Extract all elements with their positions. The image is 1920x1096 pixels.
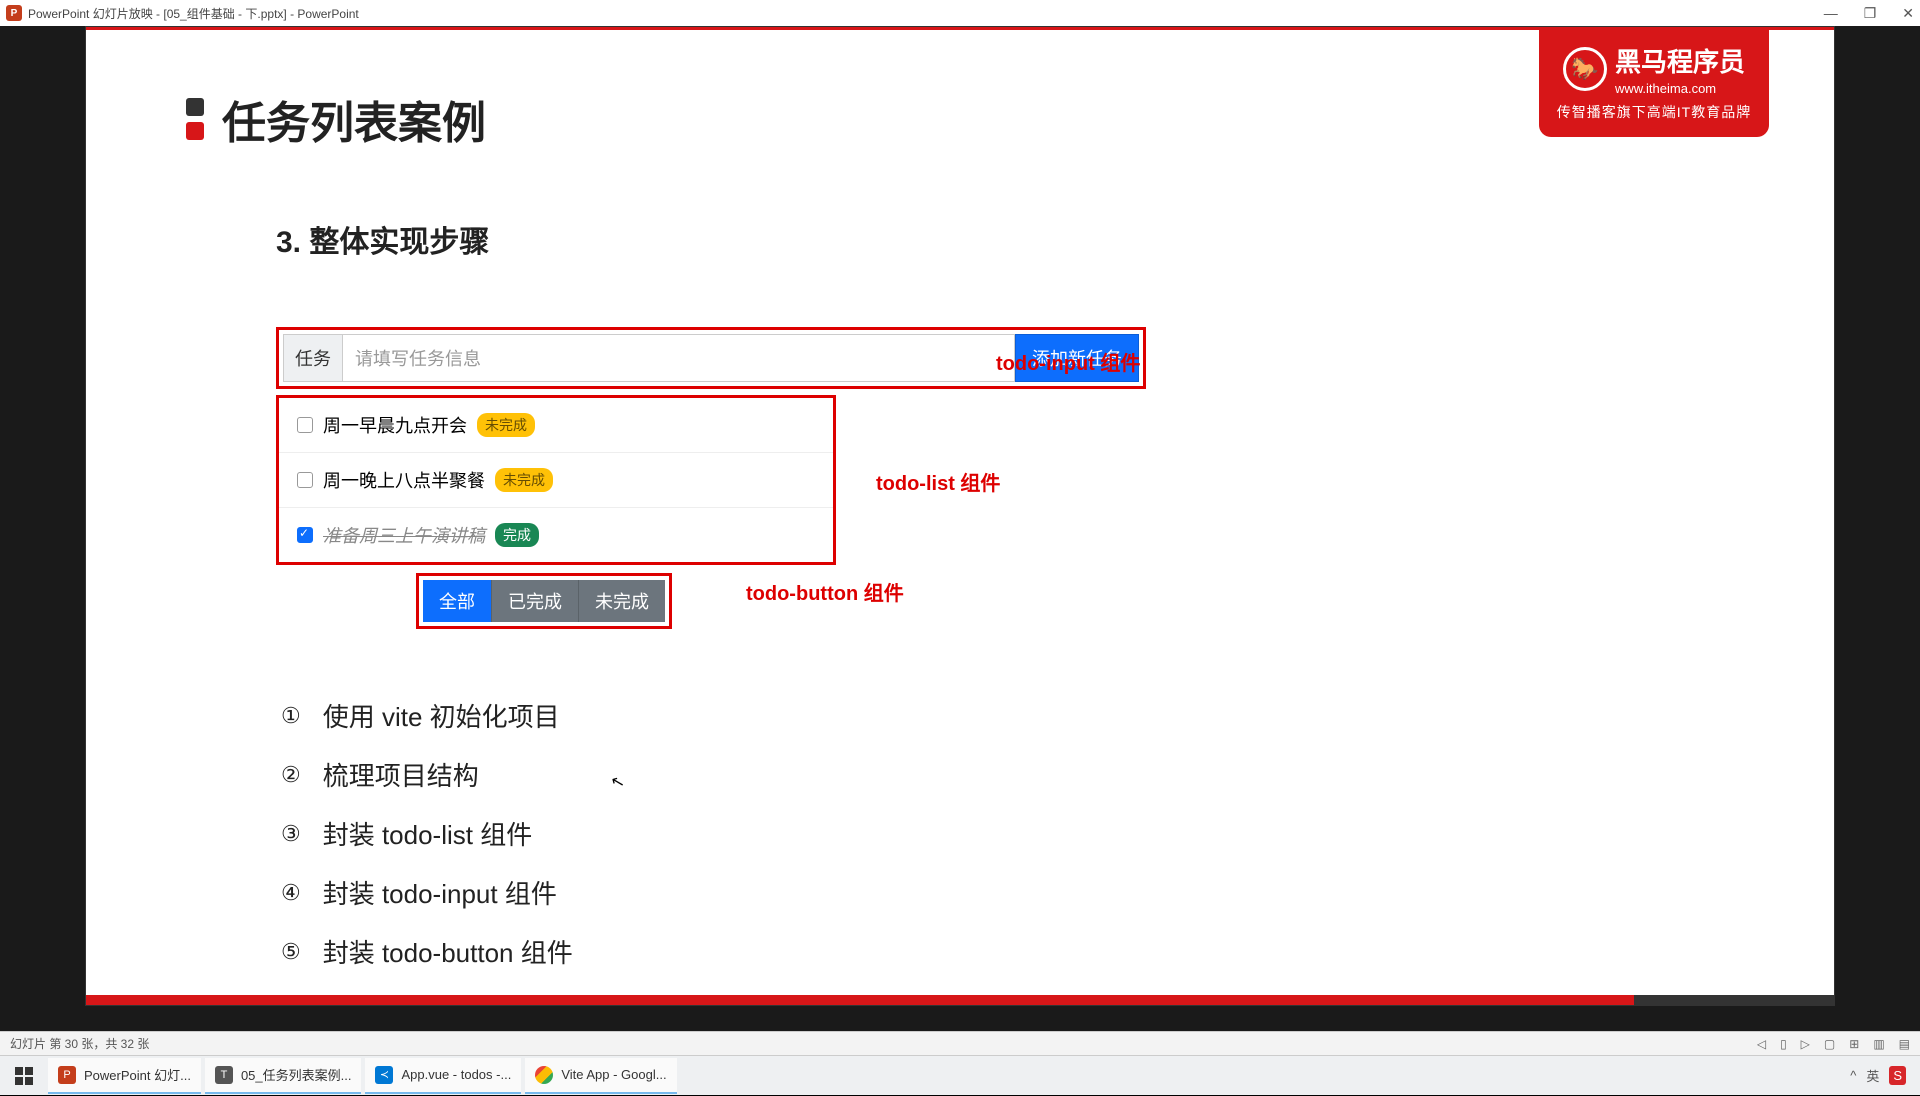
next-slide-button[interactable]: ▷ bbox=[1801, 1037, 1810, 1051]
checkbox-icon bbox=[297, 472, 313, 488]
logo-url: www.itheima.com bbox=[1615, 81, 1745, 96]
view-sorter-button[interactable]: ⊞ bbox=[1849, 1037, 1859, 1051]
window-title: PowerPoint 幻灯片放映 - [05_组件基础 - 下.pptx] - … bbox=[28, 5, 359, 22]
item-text: 准备周三上午演讲稿 bbox=[323, 522, 485, 548]
tray-ime-icon[interactable]: S bbox=[1889, 1066, 1906, 1085]
status-badge: 完成 bbox=[495, 523, 539, 547]
powerpoint-icon: P bbox=[6, 5, 22, 21]
cursor-icon: ↖ bbox=[609, 771, 627, 794]
taskbar: P PowerPoint 幻灯... T 05_任务列表案例... ≺ App.… bbox=[0, 1055, 1920, 1095]
item-text: 周一晚上八点半聚餐 bbox=[323, 467, 485, 493]
slide-title: 任务列表案例 bbox=[222, 87, 486, 151]
tray-lang[interactable]: 英 bbox=[1866, 1066, 1879, 1085]
steps-list: ①使用 vite 初始化项目 ②梳理项目结构 ③封装 todo-list 组件 … bbox=[281, 697, 573, 992]
task-input: 请填写任务信息 bbox=[343, 334, 1015, 382]
list-item: 准备周三上午演讲稿 完成 bbox=[279, 508, 833, 562]
logo-subtitle: 传智播客旗下高端IT教育品牌 bbox=[1557, 102, 1751, 122]
checkbox-checked-icon bbox=[297, 527, 313, 543]
maximize-button[interactable]: ❐ bbox=[1864, 5, 1877, 22]
pen-tool-button[interactable]: ▯ bbox=[1780, 1037, 1787, 1051]
status-bar: 幻灯片 第 30 张，共 32 张 ◁ ▯ ▷ ▢ ⊞ ▥ ▤ bbox=[0, 1031, 1920, 1055]
list-item: 周一晚上八点半聚餐 未完成 bbox=[279, 453, 833, 508]
start-button[interactable] bbox=[4, 1056, 44, 1096]
taskbar-item-text[interactable]: T 05_任务列表案例... bbox=[205, 1058, 362, 1094]
text-icon: T bbox=[215, 1066, 233, 1084]
prev-slide-button[interactable]: ◁ bbox=[1757, 1037, 1766, 1051]
input-label: 任务 bbox=[283, 334, 343, 382]
step-item: ①使用 vite 初始化项目 bbox=[281, 697, 573, 734]
bullet-square-icon bbox=[186, 98, 204, 116]
checkbox-icon bbox=[297, 417, 313, 433]
view-slideshow-button[interactable]: ▤ bbox=[1899, 1037, 1910, 1051]
todo-list-outline: 周一早晨九点开会 未完成 周一晚上八点半聚餐 未完成 准备周三上午演讲稿 完成 bbox=[276, 395, 836, 565]
step-item: ④封装 todo-input 组件 bbox=[281, 874, 573, 911]
system-tray: ^ 英 S bbox=[1850, 1066, 1916, 1085]
logo-circle-icon: 🐎 bbox=[1563, 47, 1607, 91]
logo-name: 黑马程序员 bbox=[1615, 42, 1745, 79]
taskbar-item-vscode[interactable]: ≺ App.vue - todos -... bbox=[365, 1058, 521, 1094]
filter-done-button: 已完成 bbox=[492, 580, 579, 622]
step-item: ⑤封装 todo-button 组件 bbox=[281, 933, 573, 970]
logo-box: 🐎 黑马程序员 www.itheima.com 传智播客旗下高端IT教育品牌 bbox=[1539, 27, 1769, 137]
taskbar-item-powerpoint[interactable]: P PowerPoint 幻灯... bbox=[48, 1058, 201, 1094]
bullet-square-icon bbox=[186, 122, 204, 140]
filter-undone-button: 未完成 bbox=[579, 580, 665, 622]
slide: 🐎 黑马程序员 www.itheima.com 传智播客旗下高端IT教育品牌 任… bbox=[85, 26, 1835, 1006]
tray-caret-icon[interactable]: ^ bbox=[1850, 1068, 1856, 1083]
taskbar-item-chrome[interactable]: Vite App - Googl... bbox=[525, 1058, 676, 1094]
slide-title-block: 任务列表案例 bbox=[186, 87, 486, 151]
vscode-icon: ≺ bbox=[375, 1066, 393, 1084]
status-badge: 未完成 bbox=[477, 413, 535, 437]
annotation-input: todo-input 组件 bbox=[996, 347, 1140, 376]
close-button[interactable]: ✕ bbox=[1902, 5, 1914, 22]
slide-bottom-dark bbox=[1634, 995, 1834, 1005]
slide-bottom-border bbox=[86, 995, 1834, 1005]
annotation-button: todo-button 组件 bbox=[746, 577, 904, 606]
item-text: 周一早晨九点开会 bbox=[323, 412, 467, 438]
annotation-list: todo-list 组件 bbox=[876, 467, 1000, 496]
slide-subtitle: 3. 整体实现步骤 bbox=[276, 217, 489, 261]
step-item: ③封装 todo-list 组件 bbox=[281, 815, 573, 852]
presentation-area[interactable]: 🐎 黑马程序员 www.itheima.com 传智播客旗下高端IT教育品牌 任… bbox=[0, 26, 1920, 1031]
powerpoint-icon: P bbox=[58, 1066, 76, 1084]
view-normal-button[interactable]: ▢ bbox=[1824, 1037, 1835, 1051]
chrome-icon bbox=[535, 1066, 553, 1084]
minimize-button[interactable]: — bbox=[1824, 5, 1838, 22]
list-item: 周一早晨九点开会 未完成 bbox=[279, 398, 833, 453]
filter-all-button: 全部 bbox=[423, 580, 492, 622]
step-item: ②梳理项目结构 bbox=[281, 756, 573, 793]
todo-button-outline: 全部 已完成 未完成 bbox=[416, 573, 672, 629]
view-reading-button[interactable]: ▥ bbox=[1873, 1037, 1884, 1051]
slide-counter: 幻灯片 第 30 张，共 32 张 bbox=[10, 1035, 149, 1052]
window-titlebar: P PowerPoint 幻灯片放映 - [05_组件基础 - 下.pptx] … bbox=[0, 0, 1920, 26]
status-badge: 未完成 bbox=[495, 468, 553, 492]
